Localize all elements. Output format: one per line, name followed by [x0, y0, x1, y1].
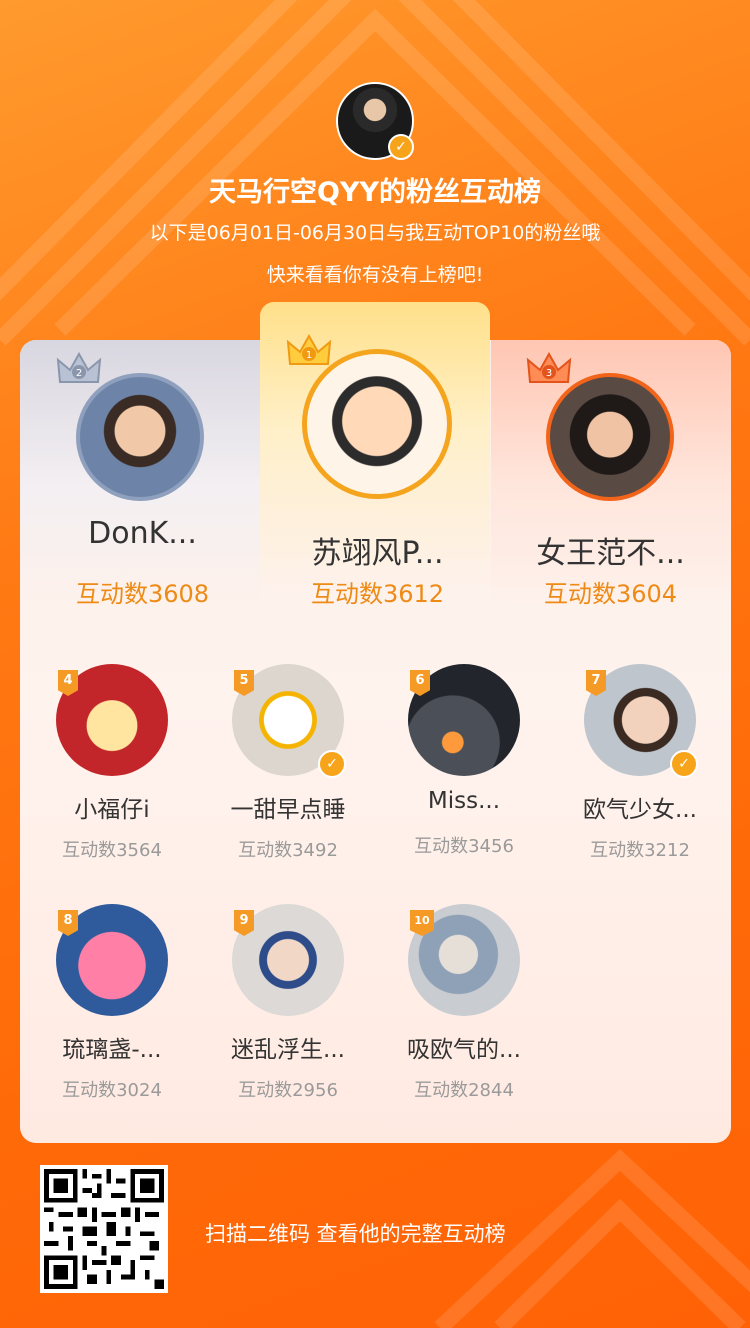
- fan-count: 互动数3456: [414, 836, 514, 857]
- rank2-avatar[interactable]: [76, 373, 204, 501]
- gold-crown-icon: 1: [286, 334, 332, 365]
- fan-item[interactable]: 7 ✓ 欧气少女... 互动数3212: [565, 664, 715, 862]
- rank2-number: 2: [76, 368, 82, 379]
- fan-count: 互动数2956: [238, 1080, 338, 1101]
- fan-count: 互动数2844: [414, 1080, 514, 1101]
- rank2-count: 互动数3608: [75, 580, 210, 608]
- bronze-crown-icon: 3: [526, 352, 572, 383]
- rank-badge-icon: 9: [234, 910, 254, 936]
- rank1-count: 互动数3612: [310, 580, 445, 608]
- rank1-name: 苏翊风P...: [311, 536, 444, 571]
- rank-badge-icon: 8: [58, 910, 78, 936]
- fan-name: 吸欧气的...: [407, 1037, 521, 1063]
- fan-count: 互动数3024: [62, 1080, 162, 1101]
- fan-item[interactable]: 8 琉璃盏-... 互动数3024: [37, 904, 187, 1102]
- rank1-number: 1: [306, 350, 312, 361]
- fan-item[interactable]: 9 迷乱浮生... 互动数2956: [213, 904, 363, 1102]
- verified-badge-icon: ✓: [388, 134, 414, 160]
- fan-count: 互动数3564: [62, 840, 162, 861]
- fan-item[interactable]: 6 Miss... 互动数3456: [389, 664, 539, 858]
- rank-badge-icon: 7: [586, 670, 606, 696]
- rank1-avatar[interactable]: [302, 349, 452, 499]
- fan-avatar[interactable]: 8: [56, 904, 168, 1016]
- qr-code[interactable]: [40, 1165, 168, 1293]
- rank-badge-icon: 10: [410, 910, 434, 936]
- verified-badge-icon: ✓: [670, 750, 698, 778]
- fan-avatar[interactable]: 6: [408, 664, 520, 776]
- page-title: 天马行空QYY的粉丝互动榜: [208, 177, 542, 208]
- rank3-number: 3: [546, 368, 552, 379]
- fan-name: 琉璃盏-...: [62, 1037, 162, 1063]
- fan-avatar[interactable]: 4: [56, 664, 168, 776]
- fan-count: 互动数3492: [238, 840, 338, 861]
- fan-name: 小福仔i: [74, 797, 150, 823]
- fan-name: Miss...: [427, 788, 501, 814]
- rank3-count: 互动数3604: [543, 580, 678, 608]
- verified-badge-icon: ✓: [318, 750, 346, 778]
- page-subtitle: 以下是06月01日-06月30日与我互动TOP10的粉丝哦: [149, 222, 601, 244]
- page-subtitle-secondary: 快来看看你有没有上榜吧!: [266, 264, 484, 286]
- fan-avatar[interactable]: 5 ✓: [232, 664, 346, 778]
- fan-avatar[interactable]: 10: [408, 904, 520, 1016]
- rank2-name: DonK...: [88, 516, 197, 551]
- fan-name: 一甜早点睡: [230, 797, 346, 823]
- fan-name: 欧气少女...: [583, 797, 697, 823]
- rank3-avatar[interactable]: [546, 373, 674, 501]
- fan-item[interactable]: 4 小福仔i 互动数3564: [37, 664, 187, 862]
- fan-avatar[interactable]: 9: [232, 904, 344, 1016]
- rank-badge-icon: 5: [234, 670, 254, 696]
- fan-avatar[interactable]: 7 ✓: [584, 664, 698, 778]
- fan-name: 迷乱浮生...: [231, 1037, 345, 1063]
- fan-count: 互动数3212: [590, 840, 690, 861]
- silver-crown-icon: 2: [56, 352, 102, 383]
- qr-caption: 扫描二维码 查看他的完整互动榜: [205, 1222, 506, 1246]
- qr-code-pattern: [44, 1169, 164, 1289]
- rank-badge-icon: 4: [58, 670, 78, 696]
- rank-badge-icon: 6: [410, 670, 430, 696]
- fan-item[interactable]: 5 ✓ 一甜早点睡 互动数3492: [213, 664, 363, 862]
- rank3-name: 女王范不...: [536, 536, 685, 571]
- fan-item[interactable]: 10 吸欧气的... 互动数2844: [389, 904, 539, 1102]
